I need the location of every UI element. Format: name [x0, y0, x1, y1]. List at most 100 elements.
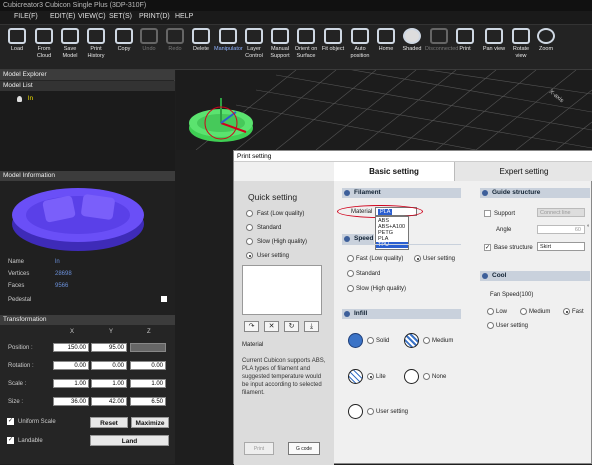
pedestal-checkbox[interactable] [161, 296, 167, 302]
quick-fast-radio[interactable] [246, 210, 253, 217]
size-y-input[interactable]: 42.00 [91, 397, 127, 406]
rotation-y-input[interactable]: 0.00 [91, 361, 127, 370]
preset-load-icon[interactable]: ↷ [244, 321, 259, 332]
manual-support-button[interactable]: Manual Support [266, 28, 294, 60]
material-option-tpu[interactable]: TPU [376, 242, 408, 248]
position-y-input[interactable]: 95.00 [91, 343, 127, 352]
landable-checkbox[interactable]: ✓ [7, 437, 14, 444]
shaded-button[interactable]: Shaded [398, 28, 426, 53]
guide-structure-icon [482, 190, 488, 196]
menu-print[interactable]: PRINT(D) [139, 13, 170, 20]
angle-label: Angle [496, 227, 512, 233]
cool-icon [482, 273, 488, 279]
menu-view[interactable]: VIEW(C) [78, 13, 106, 20]
speed-icon [344, 236, 350, 242]
auto-position-button[interactable]: Auto position [346, 28, 374, 60]
name-value: ln [55, 259, 60, 265]
fan-low-radio[interactable] [487, 308, 494, 315]
quick-user-label: User setting [257, 253, 290, 259]
speed-standard-radio[interactable] [347, 270, 354, 277]
faces-value: 9566 [55, 283, 69, 289]
size-z-input[interactable]: 6.50 [130, 397, 166, 406]
quick-user-radio[interactable] [246, 252, 253, 259]
home-icon [377, 28, 395, 44]
infill-medium-icon [404, 333, 419, 348]
infill-icon [344, 311, 350, 317]
home-button[interactable]: Home [372, 28, 400, 53]
support-type-select[interactable]: Connect line [537, 208, 585, 217]
from-cloud-button[interactable]: From Cloud [30, 28, 58, 60]
speed-slow-label: Slow (High quality) [356, 286, 407, 292]
size-x-input[interactable]: 36.00 [53, 397, 89, 406]
infill-user-radio[interactable] [367, 408, 374, 415]
scale-y-input[interactable]: 1.00 [91, 379, 127, 388]
print-dialog-button[interactable]: Print [244, 442, 274, 455]
save-model-button[interactable]: Save Model [56, 28, 84, 60]
pan-view-button[interactable]: Pan view [480, 28, 508, 53]
3d-viewport[interactable]: X-axis [176, 70, 592, 150]
preset-delete-icon[interactable]: ✕ [264, 321, 279, 332]
auto-position-icon [351, 28, 369, 44]
speed-fast-radio[interactable] [347, 255, 354, 262]
tab-basic-setting[interactable]: Basic setting [334, 162, 454, 181]
rotation-z-input[interactable]: 0.00 [130, 361, 166, 370]
rotate-view-button[interactable]: Rotate view [507, 28, 535, 60]
preset-save-icon[interactable]: ⤓ [304, 321, 319, 332]
preset-refresh-icon[interactable]: ↻ [284, 321, 299, 332]
filament-header: Filament [342, 188, 461, 198]
menu-set[interactable]: SET(S) [109, 13, 132, 20]
undo-button[interactable]: Undo [135, 28, 163, 53]
position-z-input[interactable] [130, 343, 166, 352]
fan-fast-radio[interactable] [563, 308, 570, 315]
model-list-item[interactable]: ln [28, 95, 33, 102]
menu-help[interactable]: HELP [175, 13, 193, 20]
quick-slow-radio[interactable] [246, 238, 253, 245]
manipulator-button[interactable]: Manipulator [214, 28, 243, 53]
axis-x-label: X [70, 329, 75, 335]
tab-expert-setting[interactable]: Expert setting [454, 162, 592, 181]
orient-on-surface-button[interactable]: Orient on Surface [292, 28, 320, 60]
uniform-scale-label: Uniform Scale [18, 419, 56, 425]
speed-user-radio[interactable] [414, 255, 421, 262]
rotation-x-input[interactable]: 0.00 [53, 361, 89, 370]
print-history-button[interactable]: Print History [82, 28, 110, 60]
scale-z-input[interactable]: 1.00 [130, 379, 166, 388]
infill-medium-radio[interactable] [423, 337, 430, 344]
print-button[interactable]: Print [451, 28, 479, 53]
infill-solid-radio[interactable] [367, 337, 374, 344]
maximize-button[interactable]: Maximize [131, 417, 169, 428]
uniform-scale-checkbox[interactable]: ✓ [7, 418, 14, 425]
quick-setting-panel: Quick setting Fast (Low quality) Standar… [234, 181, 334, 465]
base-structure-select[interactable]: Skirt [537, 242, 585, 251]
redo-button[interactable]: Redo [161, 28, 189, 53]
menu-file[interactable]: FILE(F) [14, 13, 38, 20]
zoom-button[interactable]: Zoom [532, 28, 560, 53]
land-button[interactable]: Land [90, 435, 169, 446]
delete-button[interactable]: Delete [187, 28, 215, 53]
gcode-button[interactable]: G code [288, 442, 320, 455]
quick-preset-list[interactable] [242, 265, 322, 315]
base-structure-checkbox[interactable]: ✓ [484, 244, 491, 251]
support-checkbox[interactable] [484, 210, 491, 217]
scale-x-input[interactable]: 1.00 [53, 379, 89, 388]
infill-lite-radio[interactable] [367, 373, 374, 380]
angle-input[interactable]: 60 [537, 225, 585, 234]
infill-none-radio[interactable] [423, 373, 430, 380]
layer-control-button[interactable]: Layer Control [240, 28, 268, 60]
fan-user-radio[interactable] [487, 322, 494, 329]
layers-icon [245, 28, 263, 44]
position-x-input[interactable]: 150.00 [53, 343, 89, 352]
reset-button[interactable]: Reset [90, 417, 128, 428]
model-information-header: Model Information [0, 171, 175, 181]
lightbulb-icon[interactable] [17, 96, 22, 102]
disconnected-button[interactable]: Disconnected [425, 28, 458, 53]
menu-edit[interactable]: EDIT(E) [50, 13, 75, 20]
load-button[interactable]: Load [3, 28, 31, 53]
vertices-value: 28698 [55, 271, 72, 277]
quick-standard-radio[interactable] [246, 224, 253, 231]
fan-medium-radio[interactable] [520, 308, 527, 315]
material-note: Current Cubicon supports ABS, PLA types … [242, 358, 326, 396]
fit-object-button[interactable]: Fit object [319, 28, 347, 53]
speed-slow-radio[interactable] [347, 285, 354, 292]
copy-button[interactable]: Copy [110, 28, 138, 53]
